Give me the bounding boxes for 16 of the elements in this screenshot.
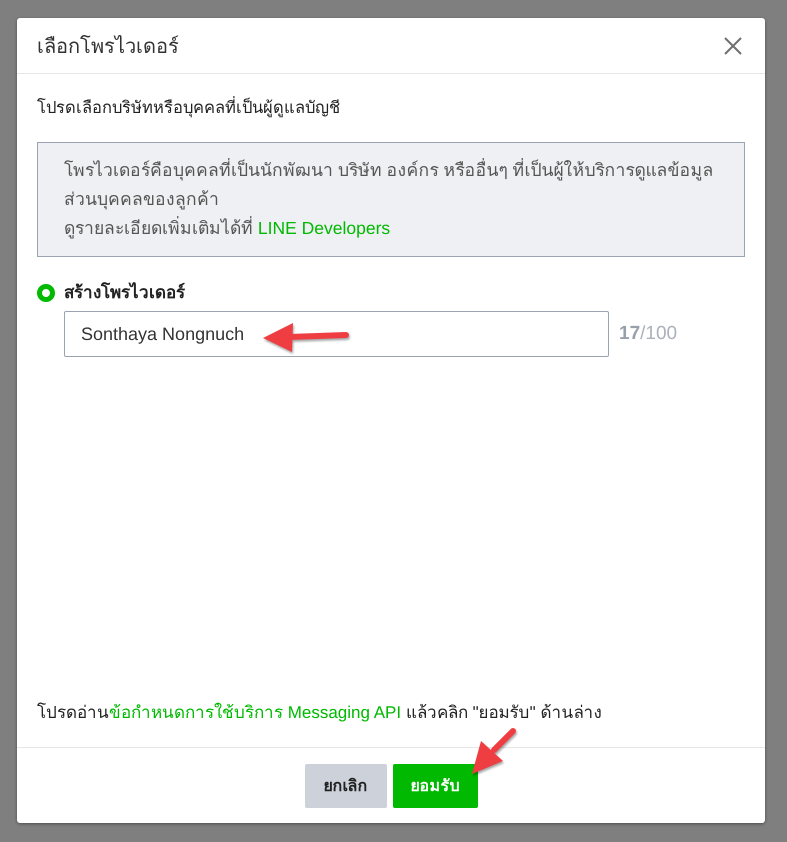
- cancel-button[interactable]: ยกเลิก: [304, 764, 386, 808]
- radio-button[interactable]: [37, 284, 55, 302]
- name-input-field[interactable]: Sonthaya Nongnuch: [64, 311, 609, 357]
- close-button[interactable]: [722, 34, 744, 56]
- info-text: ดูรายละเอียดเพิ่มเติมได้ที่ LINE Developers: [64, 215, 392, 240]
- character-counter: 17/100: [619, 323, 678, 345]
- terms-text: โปรดอ่านข้อกำหนดการใช้บริการ Messaging API แล้วคลิก "ยอมรับ" ด้านล่าง: [37, 702, 602, 724]
- instruction-text: โปรดเลือกบริษัทหรือบุคคลที่เป็นผู้ดูแลบัญชี: [37, 96, 745, 120]
- info-text: โพรไวเดอร์คือบุคคลที่เป็นนักพัฒนา บริษัท องค์กร หรืออื่นๆ ที่เป็นผู้ให้บริการดูแลข้อมูลส่วนบุคคลของลูกค้า: [64, 157, 714, 212]
- accept-button[interactable]: ยอมรับ: [392, 764, 478, 808]
- terms-link[interactable]: ข้อกำหนดการใช้บริการ Messaging API: [109, 703, 402, 722]
- option-label: สร้างโพรไวเดอร์: [64, 281, 185, 304]
- dialog-title: เลือกโพรไวเดอร์: [37, 34, 179, 60]
- arrow-annotation: [472, 728, 516, 774]
- developers-link[interactable]: LINE Developers: [258, 218, 390, 238]
- close-icon: [724, 36, 742, 54]
